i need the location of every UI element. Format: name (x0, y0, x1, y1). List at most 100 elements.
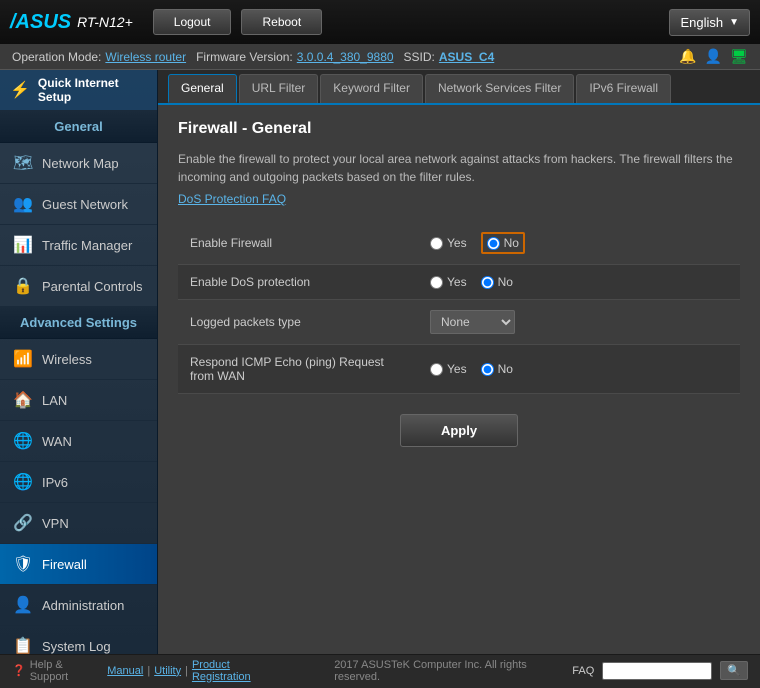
icmp-radio-group: Yes No (430, 362, 728, 376)
manual-link[interactable]: Manual (107, 665, 143, 677)
apply-button-row: Apply (178, 414, 740, 447)
sidebar: ⚡ Quick InternetSetup General 🗺 Network … (0, 70, 158, 654)
table-row: Enable Firewall Yes No (178, 222, 740, 265)
system-log-icon: 📋 (12, 635, 34, 654)
network-map-icon: 🗺 (12, 152, 34, 174)
language-selector[interactable]: English ▼ (669, 9, 750, 36)
sidebar-item-label: Wireless (42, 352, 92, 367)
field-value: Yes No (418, 222, 740, 265)
user-icon: 👤 (705, 48, 722, 65)
copyright-text: 2017 ASUSTeK Computer Inc. All rights re… (334, 659, 572, 683)
tab-ipv6-firewall[interactable]: IPv6 Firewall (576, 74, 671, 103)
sidebar-item-wireless[interactable]: 📶 Wireless (0, 339, 157, 380)
faq-search-button[interactable]: 🔍 (720, 661, 748, 680)
sidebar-item-administration[interactable]: 👤 Administration (0, 585, 157, 626)
operation-mode-value[interactable]: Wireless router (105, 50, 186, 64)
tab-network-services-filter[interactable]: Network Services Filter (425, 74, 574, 103)
vpn-icon: 🔗 (12, 512, 34, 534)
firmware-label: Firmware Version: (196, 50, 293, 64)
sidebar-item-label: System Log (42, 639, 111, 654)
logged-packets-row: None Accepted Dropped Both (430, 310, 728, 334)
sidebar-item-label: Firewall (42, 557, 87, 572)
sidebar-item-label: Parental Controls (42, 279, 142, 294)
sidebar-item-label: IPv6 (42, 475, 68, 490)
faq-search-input[interactable] (602, 662, 712, 680)
quick-setup-icon: ⚡ (10, 80, 30, 100)
table-row: Respond ICMP Echo (ping) Request from WA… (178, 345, 740, 394)
reboot-button[interactable]: Reboot (241, 9, 322, 35)
topbar: /ASUS RT-N12+ Logout Reboot English ▼ (0, 0, 760, 44)
sidebar-item-parental-controls[interactable]: 🔒 Parental Controls (0, 266, 157, 307)
tab-url-filter[interactable]: URL Filter (239, 74, 319, 103)
sidebar-item-guest-network[interactable]: 👥 Guest Network (0, 184, 157, 225)
sidebar-item-lan[interactable]: 🏠 LAN (0, 380, 157, 421)
sidebar-item-network-map[interactable]: 🗺 Network Map (0, 143, 157, 184)
footer: ❓ Help & Support Manual | Utility | Prod… (0, 654, 760, 686)
dos-protection-faq-link[interactable]: DoS Protection FAQ (178, 192, 740, 206)
logo: /ASUS RT-N12+ (10, 11, 143, 34)
logged-packets-select[interactable]: None Accepted Dropped Both (430, 310, 515, 334)
field-value: Yes No (418, 345, 740, 394)
field-label: Enable DoS protection (178, 265, 418, 300)
firmware-value[interactable]: 3.0.0.4_380_9880 (297, 50, 394, 64)
quick-setup-label: Quick InternetSetup (38, 76, 119, 104)
parental-controls-icon: 🔒 (12, 275, 34, 297)
sidebar-item-label: Guest Network (42, 197, 128, 212)
sidebar-advanced-header: Advanced Settings (0, 307, 157, 339)
enable-firewall-yes[interactable]: Yes (430, 236, 467, 250)
ssid-label: SSID: (404, 50, 435, 64)
sidebar-item-wan[interactable]: 🌐 WAN (0, 421, 157, 462)
signal-icon: 🔔 (679, 48, 696, 65)
help-support-label: Help & Support (30, 659, 104, 683)
enable-dos-no[interactable]: No (481, 275, 513, 289)
sidebar-item-firewall[interactable]: 🛡 Firewall (0, 544, 157, 585)
enable-firewall-no-highlighted: No (481, 232, 525, 254)
firewall-icon: 🛡 (12, 553, 34, 575)
icmp-no[interactable]: No (481, 362, 513, 376)
tabs: General URL Filter Keyword Filter Networ… (158, 70, 760, 105)
sidebar-item-vpn[interactable]: 🔗 VPN (0, 503, 157, 544)
field-label: Enable Firewall (178, 222, 418, 265)
sidebar-item-label: Traffic Manager (42, 238, 132, 253)
chevron-down-icon: ▼ (729, 17, 739, 28)
enable-dos-yes[interactable]: Yes (430, 275, 467, 289)
table-row: Enable DoS protection Yes No (178, 265, 740, 300)
model-text: RT-N12+ (77, 14, 133, 30)
content-body: Firewall - General Enable the firewall t… (158, 105, 760, 654)
wan-icon: 🌐 (12, 430, 34, 452)
wireless-icon: 📶 (12, 348, 34, 370)
main-layout: ⚡ Quick InternetSetup General 🗺 Network … (0, 70, 760, 654)
field-value: Yes No (418, 265, 740, 300)
sidebar-item-label: VPN (42, 516, 69, 531)
tab-general[interactable]: General (168, 74, 237, 103)
ssid-value[interactable]: ASUS_C4 (439, 50, 494, 64)
status-info: Operation Mode: Wireless router Firmware… (12, 50, 494, 64)
content-area: General URL Filter Keyword Filter Networ… (158, 70, 760, 654)
logout-button[interactable]: Logout (153, 9, 232, 35)
footer-left: ❓ Help & Support Manual | Utility | Prod… (12, 659, 572, 683)
lan-icon: 🏠 (12, 389, 34, 411)
apply-button[interactable]: Apply (400, 414, 518, 447)
field-label: Respond ICMP Echo (ping) Request from WA… (178, 345, 418, 394)
tab-keyword-filter[interactable]: Keyword Filter (320, 74, 423, 103)
sidebar-item-ipv6[interactable]: 🌐 IPv6 (0, 462, 157, 503)
sidebar-item-label: LAN (42, 393, 67, 408)
asus-logo-text: /ASUS (10, 11, 71, 34)
settings-table: Enable Firewall Yes No (178, 222, 740, 394)
enable-firewall-radio-group: Yes No (430, 232, 728, 254)
field-label: Logged packets type (178, 300, 418, 345)
sidebar-item-system-log[interactable]: 📋 System Log (0, 626, 157, 654)
sidebar-item-label: WAN (42, 434, 72, 449)
quick-internet-setup[interactable]: ⚡ Quick InternetSetup (0, 70, 157, 111)
page-description: Enable the firewall to protect your loca… (178, 150, 740, 186)
sidebar-item-traffic-manager[interactable]: 📊 Traffic Manager (0, 225, 157, 266)
product-registration-link[interactable]: Product Registration (192, 659, 290, 683)
enable-dos-radio-group: Yes No (430, 275, 728, 289)
administration-icon: 👤 (12, 594, 34, 616)
icmp-yes[interactable]: Yes (430, 362, 467, 376)
utility-link[interactable]: Utility (154, 665, 181, 677)
network-icon: 🖥 (730, 48, 748, 65)
table-row: Logged packets type None Accepted Droppe… (178, 300, 740, 345)
sidebar-general-header: General (0, 111, 157, 143)
statusbar: Operation Mode: Wireless router Firmware… (0, 44, 760, 70)
